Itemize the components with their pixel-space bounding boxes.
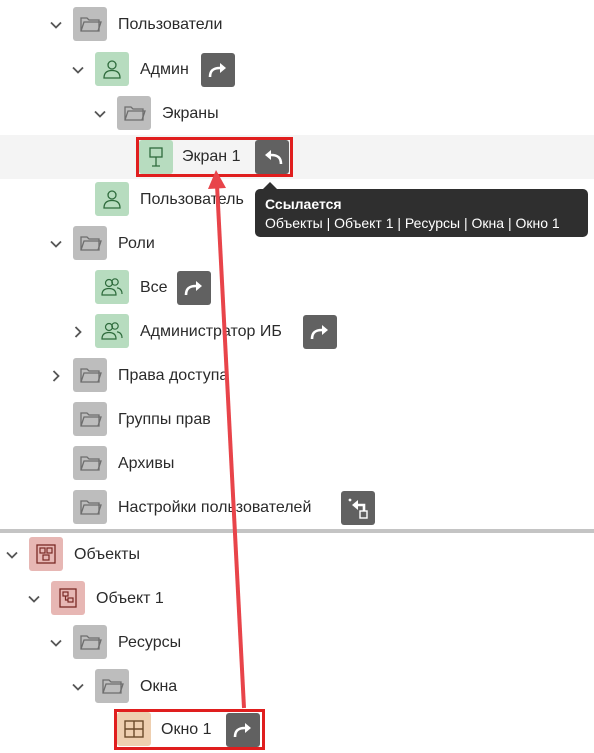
chevron-down-icon[interactable] — [49, 636, 63, 650]
tree-row-all[interactable]: Все — [0, 268, 594, 308]
users-icon — [95, 270, 129, 304]
tree-item-label: Группы прав — [118, 411, 211, 428]
folder-icon — [73, 490, 107, 524]
folder-icon — [73, 446, 107, 480]
chevron-down-icon[interactable] — [49, 237, 63, 251]
tree-item-label: Экраны — [162, 105, 219, 122]
tree-row-rights-groups[interactable]: Группы прав — [0, 400, 594, 440]
user-icon — [95, 182, 129, 216]
tree-row-user-settings[interactable]: Настройки пользователей — [0, 488, 594, 528]
tree-item-label: Права доступа — [118, 367, 229, 384]
tree-item-label: Окна — [140, 678, 178, 695]
tooltip-path: Объекты | Объект 1 | Ресурсы | Окна | Ок… — [265, 215, 560, 231]
tree-row-access-rights[interactable]: Права доступа — [0, 356, 594, 396]
chevron-right-icon[interactable] — [71, 325, 85, 339]
tree-row-screens[interactable]: Экраны — [0, 94, 594, 134]
link-out-icon[interactable] — [177, 271, 211, 305]
folder-icon — [73, 358, 107, 392]
tree-item-label: Объекты — [74, 546, 140, 563]
reference-tooltip: Ссылается Объекты | Объект 1 | Ресурсы |… — [255, 182, 588, 237]
link-out-icon[interactable] — [201, 53, 235, 87]
selection-highlight — [136, 137, 293, 177]
chevron-down-icon[interactable] — [93, 107, 107, 121]
chevron-down-icon[interactable] — [71, 680, 85, 694]
tooltip-title: Ссылается — [265, 196, 342, 212]
tooltip-arrow — [263, 182, 277, 189]
panel-divider[interactable] — [0, 529, 594, 533]
user-icon — [95, 52, 129, 86]
folder-icon — [73, 7, 107, 41]
tree-item-label: Пользователи — [118, 16, 223, 33]
folder-icon — [73, 226, 107, 260]
folder-icon — [117, 96, 151, 130]
tree-row-resources[interactable]: Ресурсы — [0, 623, 594, 663]
tree-row-admin[interactable]: Админ — [0, 50, 594, 90]
tree-row-objects[interactable]: Объекты — [0, 535, 594, 575]
folder-icon — [73, 402, 107, 436]
chevron-down-icon[interactable] — [27, 592, 41, 606]
selection-highlight — [114, 709, 265, 750]
tree-row-windows[interactable]: Окна — [0, 667, 594, 707]
tree-row-window-1[interactable]: Окно 1 — [0, 710, 594, 750]
tree-item-label: Пользователь — [140, 191, 244, 208]
tree-item-label: Админ — [140, 61, 189, 78]
tree-item-label: Роли — [118, 235, 155, 252]
chevron-down-icon[interactable] — [71, 63, 85, 77]
tree-row-screen-1[interactable]: Экран 1 — [0, 135, 594, 179]
object-icon — [51, 581, 85, 615]
tree-item-label: Ресурсы — [118, 634, 182, 651]
link-out-icon[interactable] — [303, 315, 337, 349]
chevron-down-icon[interactable] — [5, 548, 19, 562]
chevron-down-icon[interactable] — [49, 18, 63, 32]
tree-row-users[interactable]: Пользователи — [0, 5, 594, 45]
tree-item-label: Объект 1 — [96, 590, 164, 607]
tree-item-label: Администратор ИБ — [140, 323, 282, 340]
objects-icon — [29, 537, 63, 571]
tree-item-label: Все — [140, 279, 168, 296]
tree-row-archives[interactable]: Архивы — [0, 444, 594, 484]
folder-icon — [95, 669, 129, 703]
tree-row-security-admin[interactable]: Администратор ИБ — [0, 312, 594, 352]
settings-link-icon[interactable] — [341, 491, 375, 525]
chevron-right-icon[interactable] — [49, 369, 63, 383]
folder-icon — [73, 625, 107, 659]
users-icon — [95, 314, 129, 348]
tree-row-object-1[interactable]: Объект 1 — [0, 579, 594, 619]
tree-item-label: Архивы — [118, 455, 175, 472]
tree-item-label: Настройки пользователей — [118, 499, 312, 516]
